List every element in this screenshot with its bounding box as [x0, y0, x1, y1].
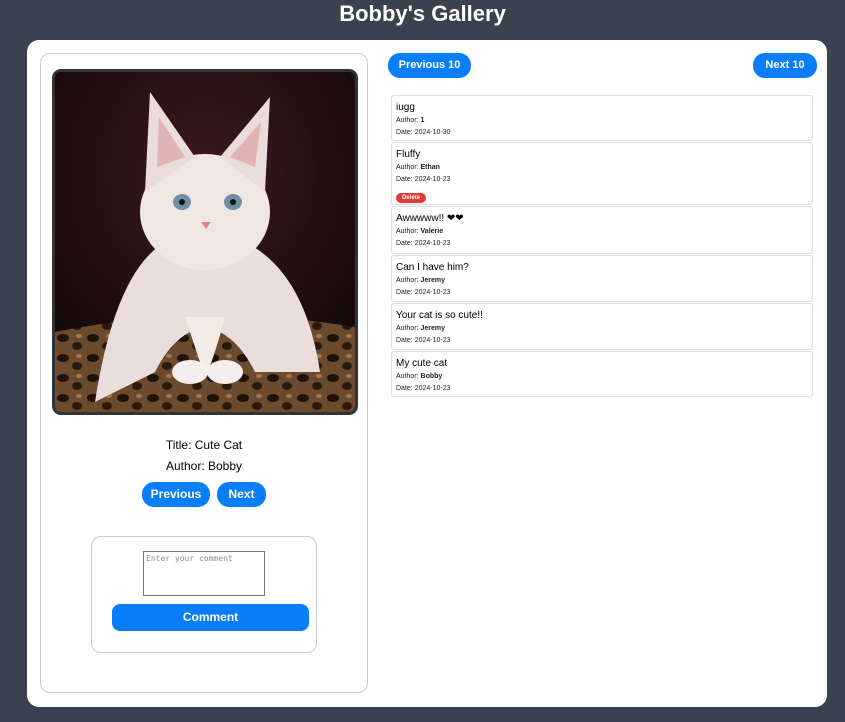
comment-date: Date: 2024-10-23 [396, 174, 808, 186]
comment-item: Awwwww!! ❤❤ Author: Valerie Date: 2024-10-… [391, 206, 813, 254]
previous-photo-button[interactable]: Previous [142, 482, 210, 507]
comment-date-value: 2024-10-23 [414, 289, 451, 296]
comment-text: My cute cat [396, 358, 448, 369]
comment-author-name: Bobby [420, 373, 443, 380]
comment-date-value: 2024-10-23 [414, 337, 451, 344]
comment-text: Your cat is so cute!! [396, 310, 483, 321]
author-prefix: Author: [396, 277, 421, 284]
comment-date-value: 2024-10-23 [414, 240, 451, 247]
page-title: Bobby's Gallery [339, 1, 506, 26]
comment-item: iugg Author: 1 Date: 2024-10-30 [391, 95, 813, 141]
comment-text: iugg [396, 102, 415, 113]
delete-button[interactable]: Delete [396, 193, 427, 203]
comment-author-name: Jeremy [420, 277, 446, 284]
cat-photo [52, 69, 358, 415]
date-prefix: Date: [396, 337, 415, 344]
comment-author: Author: Valerie [396, 226, 808, 238]
previous-10-button[interactable]: Previous 10 [388, 53, 471, 78]
comment-author: Author: Ethan [396, 162, 808, 174]
comment-item: Your cat is so cute!! Author: Jeremy Date:… [391, 303, 813, 350]
comment-button[interactable]: Comment [112, 604, 309, 631]
comment-form: Comment [91, 536, 317, 653]
comment-text: Awwwww!! ❤❤ [396, 213, 464, 224]
comment-text: Fluffy [396, 149, 421, 160]
comment-list: iugg Author: 1 Date: 2024-10-30 Fluffy Autho… [391, 95, 813, 398]
author-prefix: Author: [396, 117, 421, 124]
gallery-card: Title: Cute Cat Author: Bobby Previous N… [27, 40, 827, 707]
date-prefix: Date: [396, 176, 415, 183]
photo-panel: Title: Cute Cat Author: Bobby Previous N… [40, 53, 368, 693]
comment-date: Date: 2024-10-23 [396, 238, 808, 250]
comment-author-name: Valerie [420, 228, 444, 235]
comment-date: Date: 2024-10-23 [396, 383, 808, 395]
comment-author: Author: Bobby [396, 371, 808, 383]
comment-author: Author: 1 [396, 115, 808, 127]
comment-author-name: Ethan [420, 164, 440, 171]
comment-item: Fluffy Author: Ethan Date: 2024-10-23 Delet… [391, 142, 813, 205]
comment-author: Author: Jeremy [396, 275, 808, 287]
comment-date-value: 2024-10-30 [414, 129, 451, 136]
comment-author-name: Jeremy [420, 325, 446, 332]
comment-date-value: 2024-10-23 [414, 176, 451, 183]
next-10-button[interactable]: Next 10 [753, 53, 817, 78]
date-prefix: Date: [396, 289, 415, 296]
author-prefix: Author: [396, 373, 421, 380]
comment-date: Date: 2024-10-23 [396, 287, 808, 299]
author-prefix: Author: [396, 164, 421, 171]
photo-title: Title: Cute Cat [165, 438, 243, 452]
photo-author: Author: Bobby [165, 459, 243, 473]
comment-author: Author: Jeremy [396, 323, 808, 335]
comment-date: Date: 2024-10-23 [396, 335, 808, 347]
author-prefix: Author: [396, 228, 421, 235]
comment-date-value: 2024-10-23 [414, 385, 451, 392]
date-prefix: Date: [396, 129, 415, 136]
comment-item: Can I have him? Author: Jeremy Date: 2024-… [391, 255, 813, 302]
date-prefix: Date: [396, 385, 415, 392]
comment-item: My cute cat Author: Bobby Date: 2024-10-23 [391, 351, 813, 397]
date-prefix: Date: [396, 240, 415, 247]
author-prefix: Author: [396, 325, 421, 332]
next-photo-button[interactable]: Next [217, 482, 266, 507]
comment-author-name: 1 [420, 117, 425, 124]
comment-text: Can I have him? [396, 262, 469, 273]
comment-date: Date: 2024-10-30 [396, 127, 808, 139]
comment-input[interactable] [143, 551, 265, 596]
